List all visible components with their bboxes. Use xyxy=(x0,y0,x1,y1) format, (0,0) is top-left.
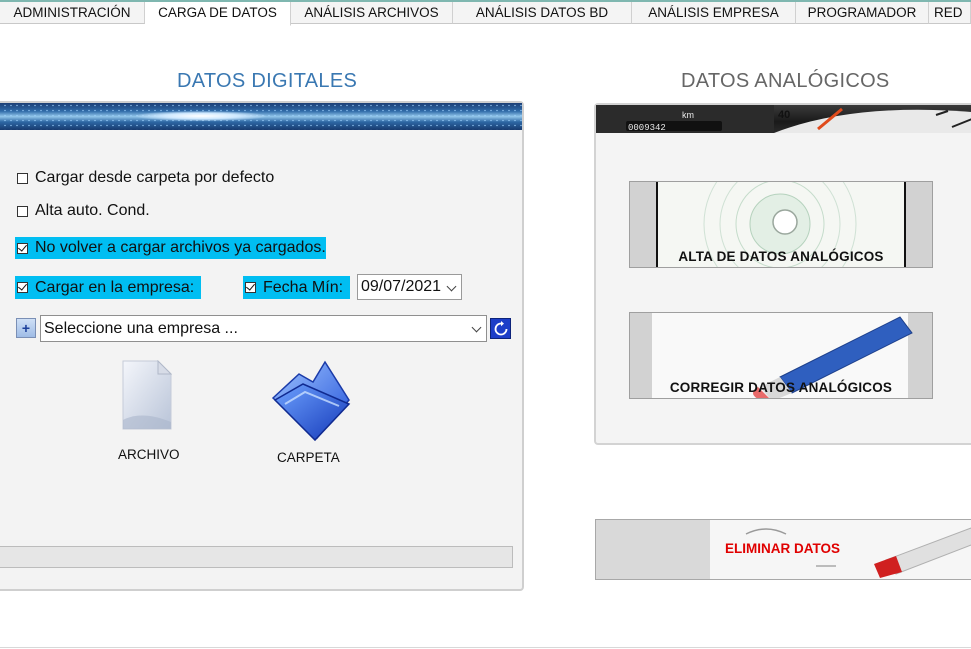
tachograph-banner-image: 0009342 km 40 xyxy=(596,105,971,133)
refresh-companies-button[interactable] xyxy=(490,318,511,339)
tab-bar: ADMINISTRACIÓN CARGA DE DATOS ANÁLISIS A… xyxy=(0,0,971,26)
odometer-text: 0009342 xyxy=(628,123,666,133)
skip-loaded-option[interactable]: No volver a cargar archivos ya cargados. xyxy=(15,237,326,259)
correct-analog-data-label: CORREGIR DATOS ANALÓGICOS xyxy=(669,380,893,395)
refresh-icon xyxy=(494,321,508,336)
skip-loaded-checkbox[interactable] xyxy=(17,242,28,254)
load-in-company-checkbox[interactable] xyxy=(17,282,28,293)
correct-analog-data-button[interactable]: CORREGIR DATOS ANALÓGICOS xyxy=(629,312,933,399)
load-progress-bar xyxy=(0,546,513,568)
auto-driver-checkbox[interactable] xyxy=(17,205,28,217)
company-select-value: Seleccione una empresa ... xyxy=(44,320,238,337)
delete-data-button[interactable]: ELIMINAR DATOS xyxy=(595,519,971,580)
analog-section-title: DATOS ANALÓGICOS xyxy=(681,70,890,92)
folder-icon xyxy=(271,360,351,442)
load-in-company-label: Cargar en la empresa: xyxy=(35,278,195,296)
min-date-value: 09/07/2021 xyxy=(361,278,442,295)
tab-programador[interactable]: PROGRAMADOR xyxy=(796,2,929,24)
tab-carga-de-datos[interactable]: CARGA DE DATOS xyxy=(145,2,291,26)
speed-text: 40 xyxy=(778,109,790,121)
tab-administracion[interactable]: ADMINISTRACIÓN xyxy=(0,2,145,24)
add-analog-data-label: ALTA DE DATOS ANALÓGICOS xyxy=(678,249,884,264)
default-folder-option[interactable]: Cargar desde carpeta por defecto xyxy=(17,169,274,187)
tab-analisis-empresa[interactable]: ANÁLISIS EMPRESA xyxy=(632,2,796,24)
add-company-button[interactable]: + xyxy=(16,318,36,338)
km-text: km xyxy=(682,110,694,120)
min-date-picker[interactable]: 09/07/2021 xyxy=(357,274,462,300)
file-icon xyxy=(122,359,173,430)
chevron-down-icon xyxy=(471,322,482,333)
load-file-button[interactable] xyxy=(122,359,173,437)
load-folder-button[interactable] xyxy=(269,358,351,447)
min-date-label: Fecha Mín: xyxy=(263,278,344,296)
chevron-down-icon xyxy=(446,281,457,292)
tab-analisis-archivos[interactable]: ANÁLISIS ARCHIVOS xyxy=(291,2,453,24)
folder-label: CARPETA xyxy=(277,450,340,465)
tab-analisis-datos-bd[interactable]: ANÁLISIS DATOS BD xyxy=(453,2,632,24)
company-select[interactable]: Seleccione una empresa ... xyxy=(40,315,487,342)
default-folder-label: Cargar desde carpeta por defecto xyxy=(35,169,275,186)
tab-red[interactable]: RED xyxy=(929,2,971,24)
digital-section-title: DATOS DIGITALES xyxy=(177,70,358,92)
add-analog-data-button[interactable]: ALTA DE DATOS ANALÓGICOS xyxy=(629,181,933,268)
digital-banner-image xyxy=(0,103,522,130)
load-in-company-option[interactable]: Cargar en la empresa: xyxy=(15,276,201,299)
default-folder-checkbox[interactable] xyxy=(17,172,28,184)
bottom-divider xyxy=(0,647,971,648)
min-date-checkbox[interactable] xyxy=(245,282,256,293)
min-date-option[interactable]: Fecha Mín: xyxy=(243,276,350,299)
skip-loaded-label: No volver a cargar archivos ya cargados. xyxy=(35,239,326,256)
auto-driver-option[interactable]: Alta auto. Cond. xyxy=(17,202,150,220)
delete-data-label: ELIMINAR DATOS xyxy=(725,541,841,556)
file-label: ARCHIVO xyxy=(118,447,180,462)
auto-driver-label: Alta auto. Cond. xyxy=(35,202,150,219)
